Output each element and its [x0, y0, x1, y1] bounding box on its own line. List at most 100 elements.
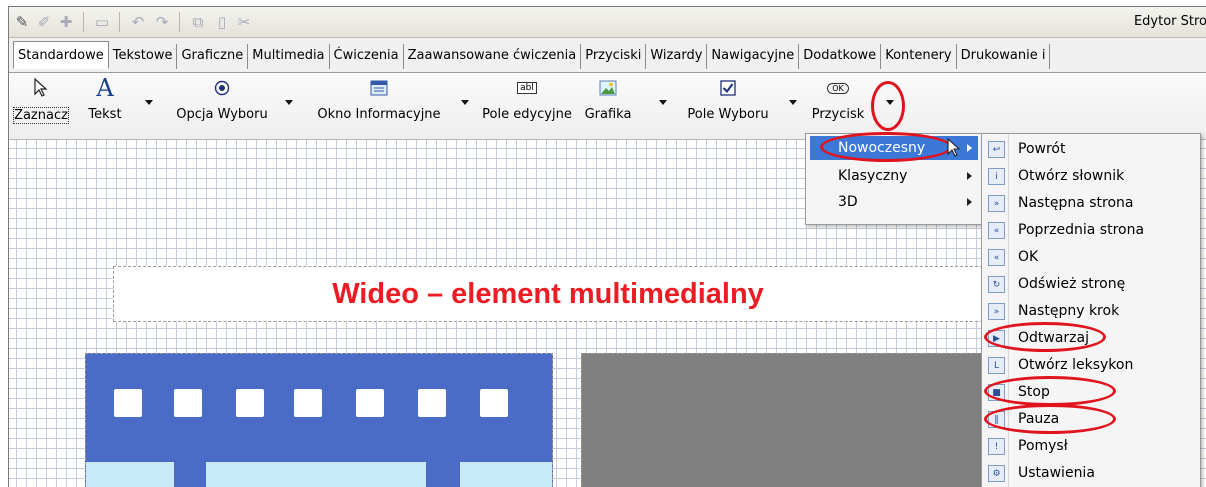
cursor-icon — [33, 75, 49, 101]
tab-wizardy[interactable]: Wizardy — [646, 44, 708, 69]
cut-icon[interactable]: ✂ — [235, 13, 253, 31]
text-a-icon: A — [96, 74, 114, 102]
editfield-tool-label: Pole edycyjne — [482, 107, 572, 122]
video-element[interactable] — [85, 353, 553, 487]
film-hole — [114, 389, 142, 417]
undo-icon[interactable]: ↶ — [129, 13, 147, 31]
submenu-arrow-icon — [967, 144, 972, 152]
quick-access-toolbar: ✎ ✐ ✚ ▭ ↶ ↷ ⧉ ▯ ✂ Edytor Stro — [9, 7, 1206, 38]
pencil-icon[interactable]: ✐ — [35, 13, 53, 31]
checkbox-tool-label: Pole Wyboru — [687, 107, 769, 122]
menu-item-ok[interactable]: «OK — [984, 244, 1196, 270]
film-frame — [86, 462, 174, 487]
page-icon[interactable]: ▭ — [93, 13, 111, 31]
graphic-tool-button[interactable]: Grafika — [579, 75, 637, 133]
graphic-tool-label: Grafika — [584, 107, 632, 122]
button-style-menu: Nowoczesny Klasyczny 3D — [805, 132, 987, 225]
tab-standardowe[interactable]: Standardowe — [13, 41, 109, 69]
ribbon-toolbar: Zaznacz A Tekst Opcja Wyboru Okno Inform… — [9, 73, 1206, 140]
infobox-tool-button[interactable]: Okno Informacyjne — [299, 75, 459, 133]
image-icon — [599, 75, 617, 101]
checkbox-tool-dropdown[interactable] — [789, 100, 797, 105]
editor-window: ✎ ✐ ✚ ▭ ↶ ↷ ⧉ ▯ ✂ Edytor Stro Standardow… — [8, 6, 1206, 487]
graphic-tool-dropdown[interactable] — [659, 100, 667, 105]
tab-przyciski[interactable]: Przyciski — [581, 44, 647, 69]
tab-drukowanie[interactable]: Drukowanie i — [957, 44, 1051, 69]
film-hole — [174, 389, 202, 417]
next-page-icon: » — [988, 195, 1005, 212]
button-type-menu: ↩ Powrót i Otwórz słownik » Następna strona… — [981, 133, 1201, 487]
submenu-arrow-icon — [967, 172, 972, 180]
button-tool-button[interactable]: OK Przycisk — [803, 75, 873, 133]
tab-bar: Standardowe Tekstowe Graficzne Multimedi… — [9, 38, 1206, 73]
back-icon: ↩ — [988, 141, 1005, 158]
edit-icon[interactable]: ✎ — [13, 13, 31, 31]
tab-zaawansowane-cwiczenia[interactable]: Zaawansowane ćwiczenia — [404, 44, 582, 69]
infobox-tool-label: Okno Informacyjne — [317, 107, 441, 122]
ok-icon: « — [988, 249, 1005, 266]
submenu-arrow-icon — [967, 198, 972, 206]
film-hole — [480, 389, 508, 417]
annotation-ring — [984, 376, 1116, 406]
add-icon[interactable]: ✚ — [57, 13, 75, 31]
option-tool-label: Opcja Wyboru — [176, 107, 268, 122]
button-icon: OK — [827, 75, 849, 101]
menu-item-ustawienia[interactable]: ⚙ Ustawienia — [984, 460, 1196, 486]
menu-item-otworz-leksykon[interactable]: L Otwórz leksykon — [984, 352, 1196, 378]
menu-item-poprzednia-strona[interactable]: «Poprzednia strona — [984, 217, 1196, 243]
lexicon-icon: L — [988, 357, 1005, 374]
window-icon — [370, 75, 388, 101]
menu-item-otworz-slownik[interactable]: i Otwórz słownik — [984, 163, 1196, 189]
film-hole — [294, 389, 322, 417]
tab-dodatkowe[interactable]: Dodatkowe — [799, 44, 882, 69]
dictionary-icon: i — [988, 168, 1005, 185]
menu-item-nastepny-krok[interactable]: » Następny krok — [984, 298, 1196, 324]
tab-cwiczenia[interactable]: Ćwiczenia — [330, 44, 404, 69]
page-title: Wideo – element multimedialny — [332, 277, 764, 310]
menu-item-powrot[interactable]: ↩ Powrót — [984, 136, 1196, 162]
option-tool-button[interactable]: Opcja Wyboru — [159, 75, 285, 133]
tab-nawigacyjne[interactable]: Nawigacyjne — [707, 44, 800, 69]
annotation-ring — [871, 81, 905, 131]
tab-graficzne[interactable]: Graficzne — [177, 44, 249, 69]
button-tool-label: Przycisk — [811, 107, 865, 122]
title-text-box[interactable]: Wideo – element multimedialny — [113, 266, 983, 322]
textfield-icon: abl — [517, 75, 537, 101]
annotation-ring — [820, 132, 952, 162]
toolbar-separator — [83, 12, 84, 32]
menu-item-nastepna-strona[interactable]: » Następna strona — [984, 190, 1196, 216]
redo-icon[interactable]: ↷ — [153, 13, 171, 31]
previous-page-icon: « — [988, 222, 1005, 239]
toolbar-separator — [119, 12, 120, 32]
text-tool-dropdown[interactable] — [145, 100, 153, 105]
window-title: Edytor Stro — [1133, 14, 1206, 29]
paste-icon[interactable]: ▯ — [213, 13, 231, 31]
text-tool-button[interactable]: A Tekst — [79, 74, 131, 133]
film-frame — [460, 462, 552, 487]
menu-item-pomysl[interactable]: ! Pomysł — [984, 433, 1196, 459]
menu-item-3d[interactable]: 3D — [810, 190, 978, 214]
option-tool-dropdown[interactable] — [285, 100, 293, 105]
editfield-tool-button[interactable]: abl Pole edycyjne — [475, 75, 579, 133]
menu-item-klasyczny[interactable]: Klasyczny — [810, 164, 978, 188]
idea-icon: ! — [988, 438, 1005, 455]
film-hole — [418, 389, 446, 417]
annotation-ring — [984, 404, 1116, 434]
infobox-tool-dropdown[interactable] — [461, 100, 469, 105]
tab-multimedia[interactable]: Multimedia — [248, 44, 330, 69]
mouse-cursor-icon — [947, 138, 961, 157]
annotation-ring — [984, 322, 1106, 352]
tab-tekstowe[interactable]: Tekstowe — [109, 44, 178, 69]
select-tool-label: Zaznacz — [13, 107, 69, 124]
menu-item-odswiez-strone[interactable]: ↻ Odśwież stronę — [984, 271, 1196, 297]
film-hole — [356, 389, 384, 417]
media-placeholder[interactable] — [581, 353, 983, 487]
tab-kontenery[interactable]: Kontenery — [881, 44, 957, 69]
select-tool-button[interactable]: Zaznacz — [11, 75, 71, 133]
refresh-icon: ↻ — [988, 276, 1005, 293]
copy-icon[interactable]: ⧉ — [189, 13, 207, 31]
checkbox-icon — [720, 75, 736, 101]
next-step-icon: » — [988, 303, 1005, 320]
radio-icon — [214, 75, 230, 101]
checkbox-tool-button[interactable]: Pole Wyboru — [673, 75, 783, 133]
